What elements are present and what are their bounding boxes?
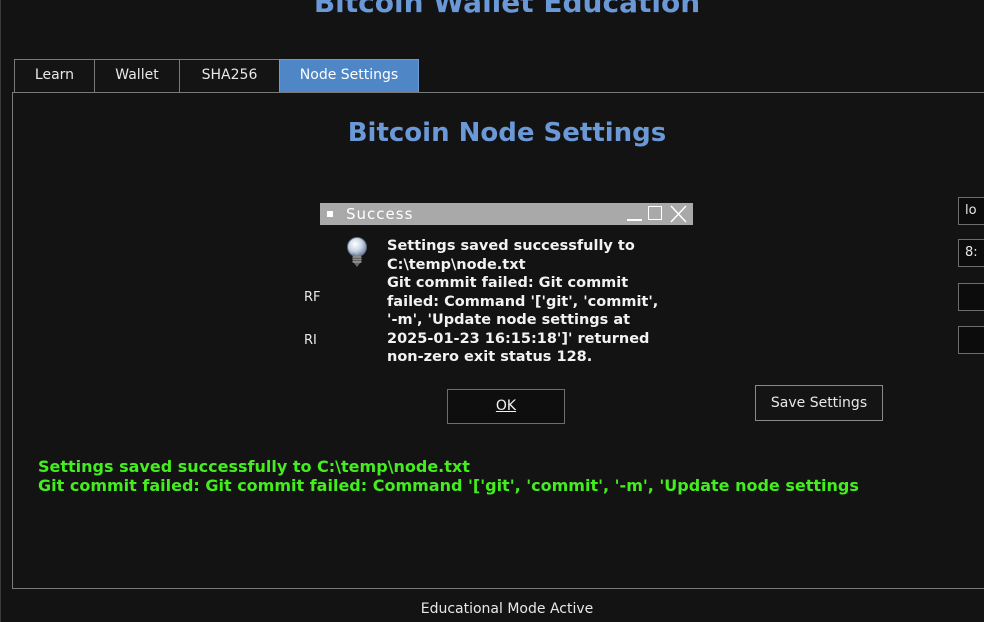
dialog-body: Settings saved successfully to C:\temp\n… (332, 225, 693, 436)
dialog-message: Settings saved successfully to C:\temp\n… (387, 238, 659, 365)
rpc-password-label: RI (304, 333, 317, 348)
save-settings-button[interactable]: Save Settings (755, 385, 883, 421)
dialog-titlebar[interactable]: Success (320, 203, 693, 225)
tab-wallet[interactable]: Wallet (94, 59, 180, 92)
window-edge (0, 0, 1, 622)
close-icon[interactable] (669, 205, 687, 223)
rpc-password-input[interactable] (958, 326, 984, 354)
ok-button-label: OK (495, 398, 517, 414)
tab-sha256[interactable]: SHA256 (179, 59, 280, 92)
status-message: Settings saved successfully to C:\temp\n… (38, 457, 859, 495)
tab-node-settings[interactable]: Node Settings (279, 59, 419, 92)
rpc-user-input[interactable] (958, 283, 984, 311)
minimize-icon[interactable] (625, 205, 643, 223)
lightbulb-icon (346, 236, 368, 274)
rpc-user-label: RF (304, 290, 321, 305)
app-title: Bitcoin Wallet Education (313, 0, 701, 19)
host-input[interactable]: lo (958, 197, 984, 225)
page-title: Bitcoin Node Settings (347, 118, 667, 148)
tab-learn[interactable]: Learn (14, 59, 95, 92)
tab-bar: Learn Wallet SHA256 Node Settings (14, 59, 419, 92)
dialog-title: Success (346, 205, 414, 223)
window-menu-icon[interactable] (327, 211, 333, 217)
ok-button[interactable]: OK (447, 389, 565, 424)
port-input[interactable]: 8: (958, 239, 984, 267)
footer-status: Educational Mode Active (420, 601, 594, 617)
success-dialog: Success Settings saved successfully to C… (320, 203, 693, 436)
maximize-icon[interactable] (647, 205, 665, 223)
